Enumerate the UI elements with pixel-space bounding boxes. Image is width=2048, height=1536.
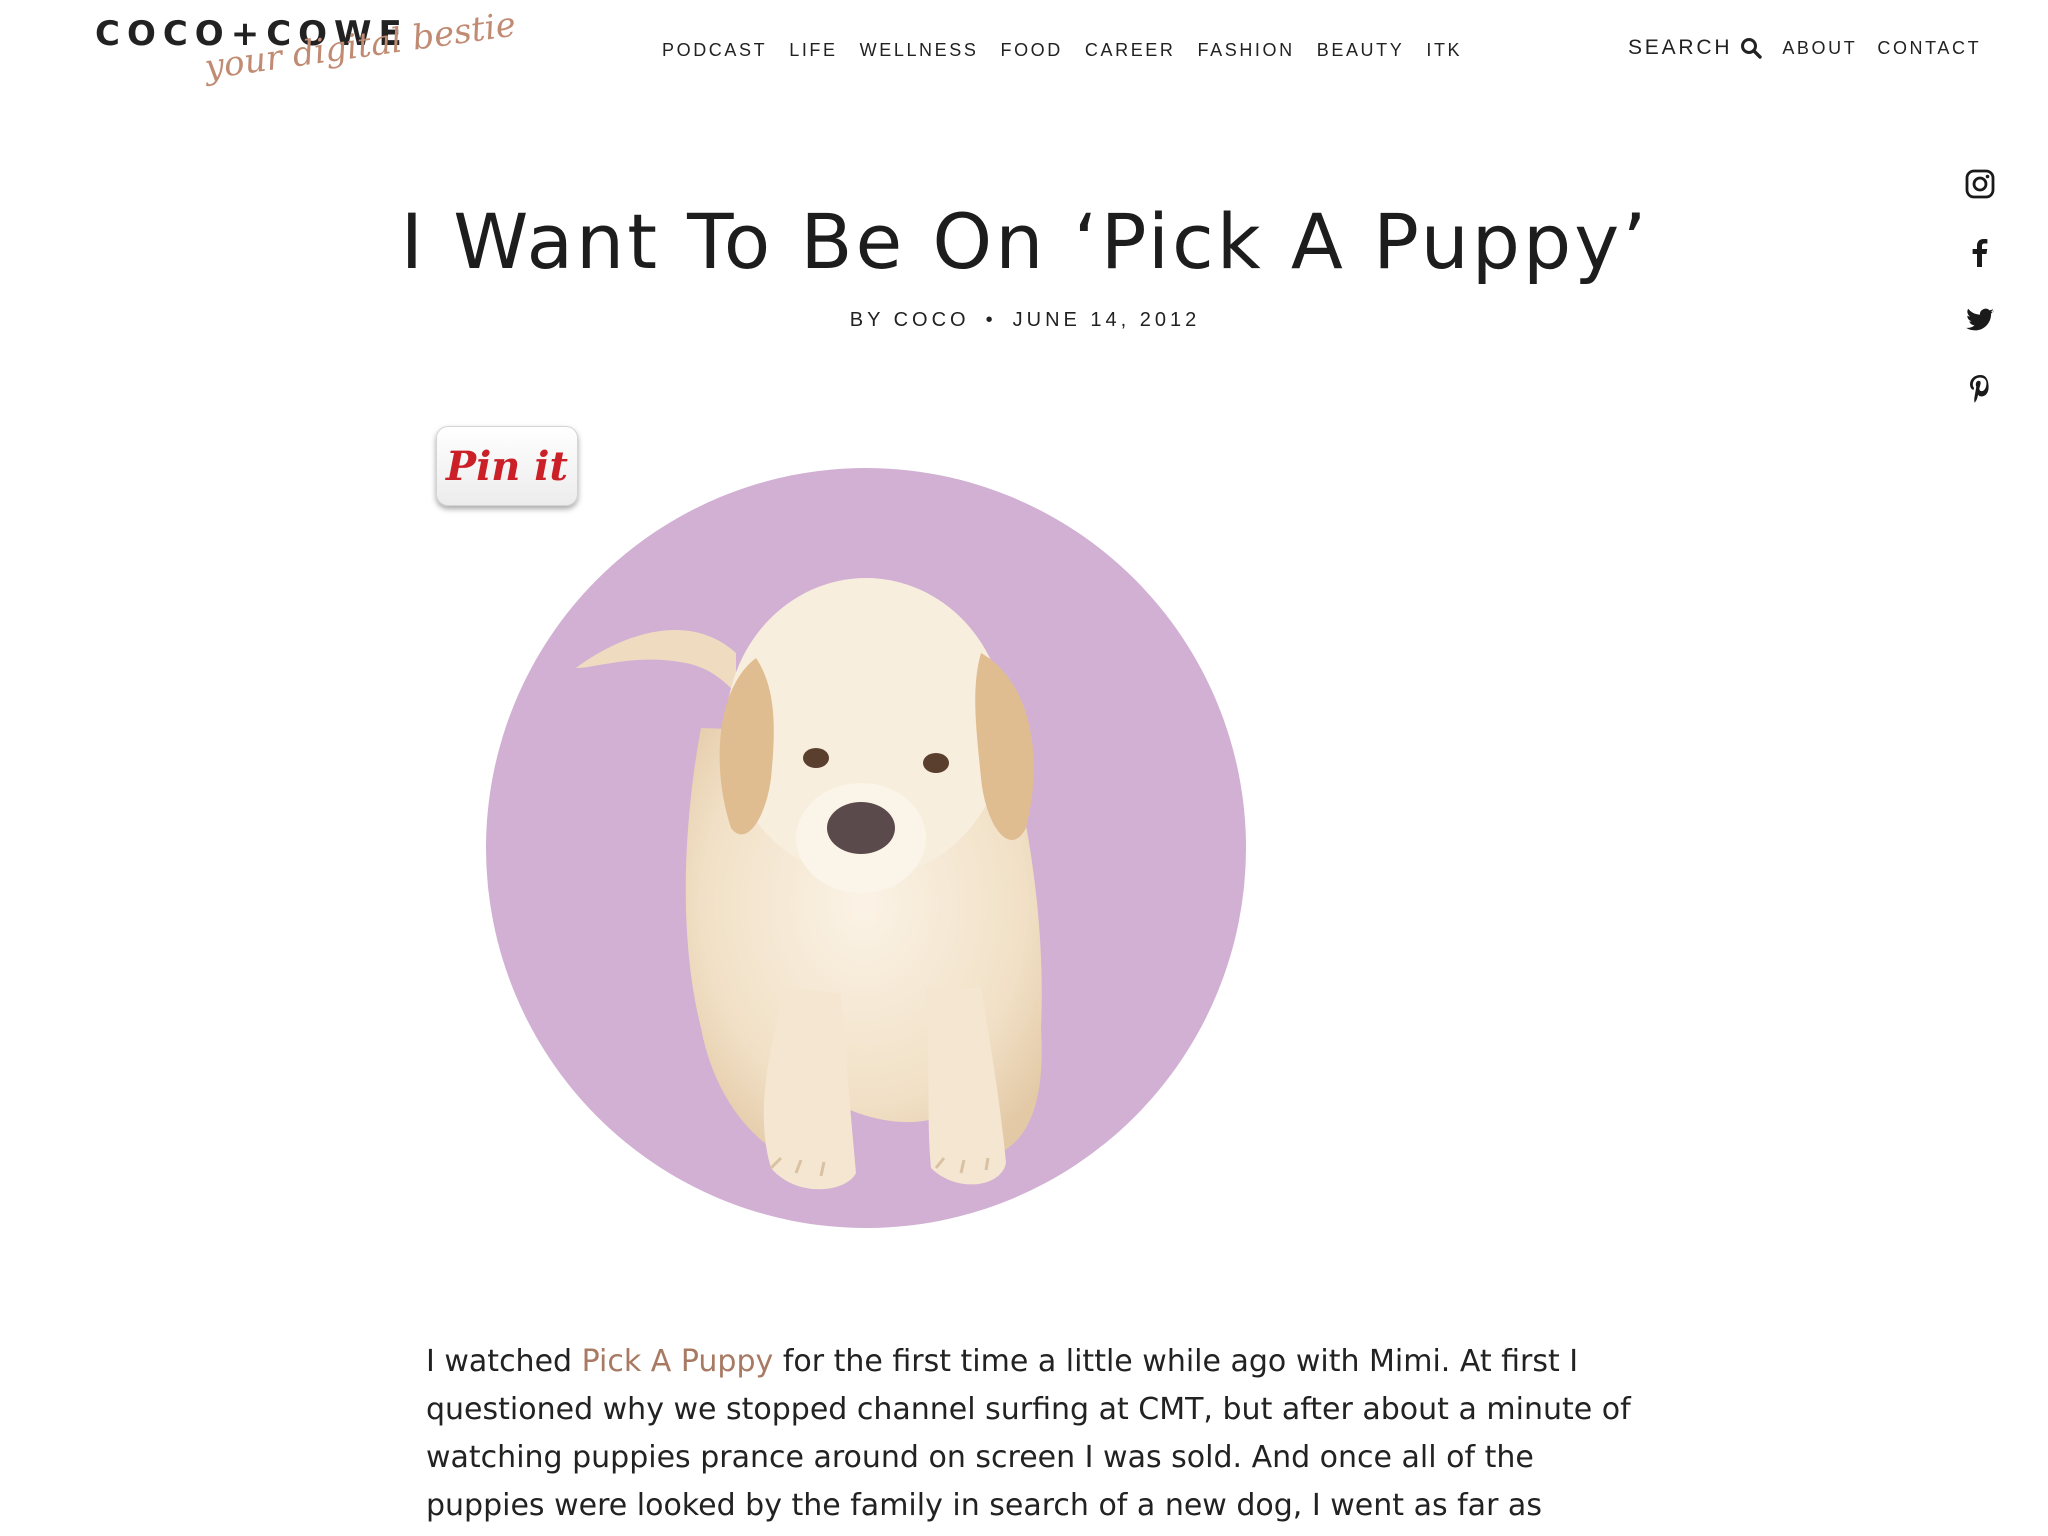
instagram-icon[interactable] [1964,168,1996,200]
nav-item-itk[interactable]: ITK [1426,38,1462,62]
search-label: SEARCH [1628,36,1733,59]
article-body: I watched Pick A Puppy for the first tim… [426,1338,1636,1530]
nav-item-career[interactable]: CAREER [1085,38,1176,62]
social-rail [1960,168,2000,404]
byline-author[interactable]: BY COCO [850,309,970,331]
body-intro: I watched [426,1344,582,1379]
byline-date: JUNE 14, 2012 [1012,309,1201,331]
pin-it-label: Pin it [446,442,568,490]
nav-item-food[interactable]: FOOD [1000,38,1062,62]
nav-item-contact[interactable]: CONTACT [1877,36,1981,60]
nav-item-beauty[interactable]: BEAUTY [1317,38,1405,62]
nav-item-podcast[interactable]: PODCAST [662,38,767,62]
pick-a-puppy-link[interactable]: Pick A Puppy [582,1344,774,1379]
site-logo[interactable]: COCO+COWE your digital bestie [95,5,518,104]
article-byline: BY COCO • JUNE 14, 2012 [200,306,1850,334]
nav-item-about[interactable]: ABOUT [1782,36,1857,60]
article-title: I Want To Be On ‘Pick A Puppy’ [400,197,1650,286]
byline-separator: • [985,309,997,331]
search-button[interactable]: SEARCH [1628,34,1763,62]
nav-item-life[interactable]: LIFE [789,38,837,62]
pin-it-button[interactable]: Pin it [436,426,578,506]
utility-nav: SEARCH ABOUT CONTACT [1628,34,1981,62]
facebook-icon[interactable] [1964,236,1996,268]
nav-item-wellness[interactable]: WELLNESS [860,38,979,62]
hero-image [486,468,1246,1228]
site-header: COCO+COWE your digital bestie PODCAST LI… [0,0,2048,110]
pinterest-icon[interactable] [1964,372,1996,404]
twitter-icon[interactable] [1964,304,1996,336]
search-icon [1741,38,1763,59]
nav-item-fashion[interactable]: FASHION [1198,38,1295,62]
main-nav: PODCAST LIFE WELLNESS FOOD CAREER FASHIO… [662,38,1462,62]
